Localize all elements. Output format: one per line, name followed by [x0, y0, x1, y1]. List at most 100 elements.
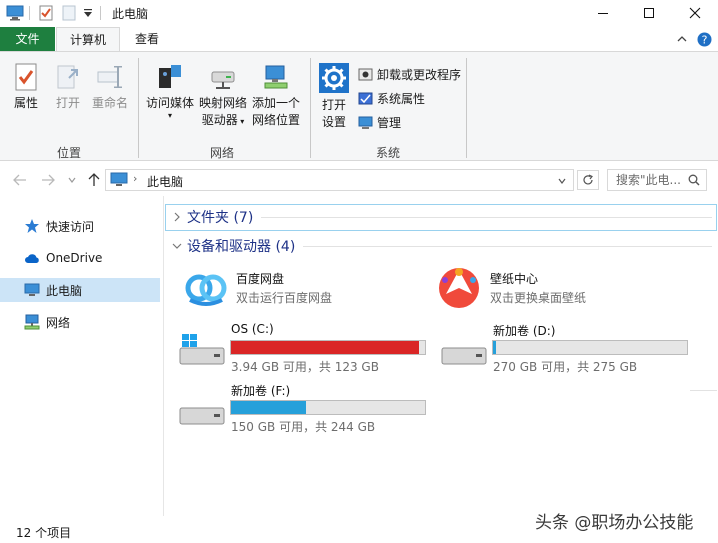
nav-item-quick-access[interactable]: 快速访问: [0, 214, 160, 238]
drive-free-space: 270 GB 可用，共 275 GB: [493, 360, 638, 374]
drive-usage-bar: [492, 340, 688, 355]
app-description: 双击更换桌面壁纸: [490, 291, 587, 305]
drive-tile-d[interactable]: 新加卷 (D:) 270 GB 可用，共 275 GB: [438, 320, 690, 374]
media-server-icon: [159, 65, 181, 88]
nav-item-network[interactable]: 网络: [0, 310, 160, 334]
chevron-right-icon: [174, 212, 180, 222]
nav-item-onedrive[interactable]: OneDrive: [0, 246, 160, 270]
group-line: [690, 390, 717, 391]
qat-dropdown-icon[interactable]: [82, 4, 94, 22]
help-icon[interactable]: ?: [697, 32, 712, 50]
devices-group-header[interactable]: 设备和驱动器 (4): [172, 235, 712, 257]
title-bar: 此电脑: [0, 0, 718, 26]
properties-qat-icon[interactable]: [38, 4, 54, 22]
minimize-button[interactable]: [580, 0, 626, 26]
tab-computer[interactable]: 计算机: [56, 27, 120, 52]
nav-label: 快速访问: [46, 219, 95, 234]
drive-name: OS (C:): [231, 322, 274, 336]
uninstall-programs-button[interactable]: 卸载或更改程序: [358, 64, 461, 84]
network-location-icon: [264, 65, 288, 89]
back-button[interactable]: [10, 170, 30, 190]
search-input[interactable]: 搜索"此电...: [607, 169, 707, 191]
rename-label: 重命名: [91, 96, 128, 110]
network-icon: [24, 314, 40, 330]
rename-icon: [97, 66, 122, 88]
open-settings-label-2: 设置: [321, 115, 346, 129]
app-name: 壁纸中心: [490, 272, 539, 286]
open-settings-label-1: 打开: [321, 98, 346, 112]
devices-header-label: 设备和驱动器 (4): [187, 239, 296, 255]
breadcrumb-current[interactable]: 此电脑: [147, 173, 183, 190]
computer-icon: [110, 172, 128, 186]
address-dropdown-icon[interactable]: [557, 176, 567, 186]
properties-button[interactable]: 属性: [8, 62, 44, 112]
system-properties-label: 系统属性: [377, 91, 426, 106]
drive-tile-f[interactable]: 新加卷 (F:) 150 GB 可用，共 244 GB: [176, 380, 428, 434]
title-divider: [100, 6, 101, 20]
rename-button[interactable]: 重命名: [90, 62, 130, 112]
uninstall-label: 卸载或更改程序: [377, 67, 462, 82]
map-drive-label-2: 驱动器: [201, 113, 238, 127]
wallpaper-center-icon: [439, 268, 479, 308]
settings-gear-icon: [319, 63, 349, 93]
maximize-button[interactable]: [626, 0, 672, 26]
address-bar[interactable]: › 此电脑: [105, 169, 574, 191]
drive-tile-c[interactable]: OS (C:) 3.94 GB 可用，共 123 GB: [176, 320, 428, 374]
system-properties-button[interactable]: 系统属性: [358, 88, 425, 108]
pane-divider: [163, 196, 164, 516]
map-drive-dropdown-icon: ▾: [237, 117, 245, 126]
drive-icon: [179, 407, 225, 425]
status-item-count: 12 个项目: [16, 526, 72, 540]
tab-file[interactable]: 文件: [0, 27, 55, 51]
refresh-icon: [583, 174, 593, 185]
properties-icon: [15, 63, 37, 91]
computer-icon[interactable]: [6, 4, 24, 22]
ribbon: 属性 打开 重命名 位置 访问媒体 ▾ 映射网络 驱动器 ▾ 添加一个 网络位置…: [0, 51, 718, 161]
nav-label: 网络: [46, 315, 71, 330]
up-button[interactable]: [84, 170, 104, 190]
watermark-text: 头条 @职场办公技能: [535, 513, 694, 533]
computer-icon: [24, 283, 40, 296]
group-label-location: 位置: [57, 146, 82, 160]
ribbon-divider: [310, 58, 311, 158]
nav-item-this-pc[interactable]: 此电脑: [0, 278, 160, 302]
ribbon-tabs: 文件 计算机 查看 ?: [0, 27, 718, 52]
star-icon: [25, 219, 39, 233]
add-network-location-button[interactable]: 添加一个 网络位置: [250, 62, 302, 129]
recent-locations-button[interactable]: [62, 170, 82, 190]
folders-group-header[interactable]: 文件夹 (7): [172, 206, 712, 228]
forward-button[interactable]: [38, 170, 58, 190]
close-button[interactable]: [672, 0, 718, 26]
open-settings-button[interactable]: 打开 设置: [314, 62, 354, 131]
app-name: 百度网盘: [236, 272, 285, 286]
access-media-dropdown-icon: ▾: [167, 111, 172, 120]
address-row: › 此电脑 搜索"此电...: [0, 166, 718, 194]
nav-label: OneDrive: [46, 251, 103, 265]
drive-usage-fill: [231, 341, 419, 354]
open-button[interactable]: 打开: [50, 62, 86, 112]
drive-usage-bar: [230, 400, 426, 415]
ribbon-divider: [138, 58, 139, 158]
system-properties-icon: [358, 92, 373, 104]
access-media-button[interactable]: 访问媒体 ▾: [144, 62, 196, 120]
tab-view[interactable]: 查看: [124, 27, 170, 52]
collapse-ribbon-icon[interactable]: [676, 33, 688, 48]
group-label-network: 网络: [210, 146, 235, 160]
app-tile-wallpaper-center[interactable]: 壁纸中心 双击更换桌面壁纸: [434, 264, 664, 314]
map-drive-label-1: 映射网络: [198, 96, 247, 110]
network-drive-icon: [211, 71, 235, 89]
drive-name: 新加卷 (F:): [231, 384, 291, 398]
drive-name: 新加卷 (D:): [493, 324, 556, 338]
access-media-label: 访问媒体: [145, 96, 194, 110]
drive-usage-fill: [493, 341, 497, 354]
folders-header-label: 文件夹 (7): [187, 210, 254, 226]
new-folder-qat-icon[interactable]: [62, 4, 76, 22]
app-tile-baidu-netdisk[interactable]: 百度网盘 双击运行百度网盘: [180, 264, 410, 314]
chevron-down-icon: [172, 243, 182, 249]
drive-icon: [441, 347, 487, 365]
manage-button[interactable]: 管理: [358, 112, 401, 132]
map-network-drive-button[interactable]: 映射网络 驱动器 ▾: [197, 62, 249, 130]
refresh-button[interactable]: [577, 170, 599, 190]
search-placeholder: 搜索"此电...: [616, 173, 681, 187]
open-icon: [57, 65, 78, 89]
